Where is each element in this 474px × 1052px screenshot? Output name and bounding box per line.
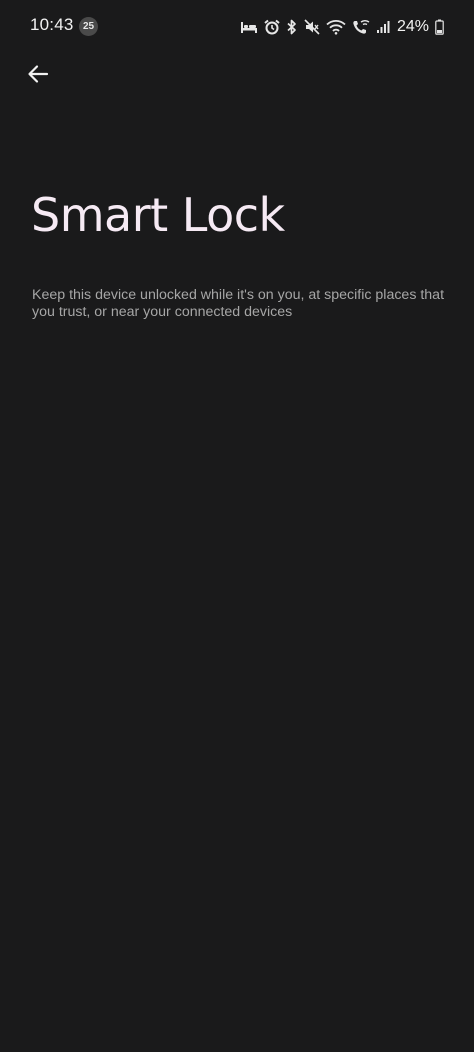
page-description: Keep this device unlocked while it's on …	[32, 287, 445, 320]
notification-count-badge: 25	[79, 17, 98, 36]
wifi-icon	[326, 19, 346, 35]
battery-percent: 24%	[396, 18, 429, 35]
sleep-mode-icon	[240, 20, 258, 34]
page-title: Smart Lock	[31, 188, 285, 242]
status-bar: 10:43 25 24%	[0, 0, 474, 54]
mute-icon	[304, 19, 320, 35]
back-arrow-icon	[26, 62, 50, 91]
status-time: 10:43	[30, 15, 74, 34]
wifi-calling-icon	[352, 19, 370, 35]
signal-icon	[376, 20, 390, 34]
alarm-icon	[264, 19, 280, 35]
back-button[interactable]	[18, 58, 58, 94]
battery-icon	[435, 19, 444, 35]
status-icons: 24%	[240, 16, 444, 38]
bluetooth-icon	[286, 19, 298, 35]
